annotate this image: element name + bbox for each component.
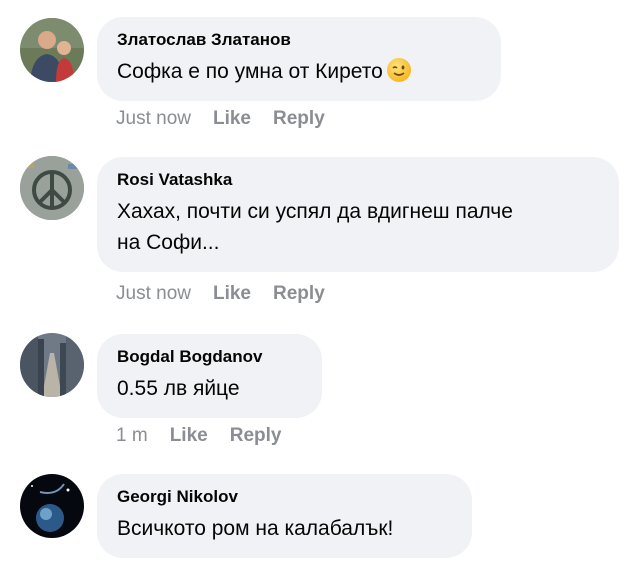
comment-timestamp[interactable]: 1 m xyxy=(116,425,148,446)
avatar[interactable] xyxy=(20,156,84,220)
reply-button[interactable]: Reply xyxy=(273,283,325,304)
comment-actions: Just now Like Reply xyxy=(116,108,347,130)
comment-actions: 1 m Like Reply xyxy=(116,425,303,447)
reply-button[interactable]: Reply xyxy=(273,108,325,129)
comment-text-line: Хахах, почти си успял да вдигнеш палче xyxy=(117,200,513,223)
avatar[interactable] xyxy=(20,18,84,82)
comment-author[interactable]: Bogdal Bogdanov xyxy=(117,346,302,368)
comment-bubble: Bogdal Bogdanov 0.55 лв яйце xyxy=(97,334,322,418)
avatar[interactable] xyxy=(20,474,84,538)
avatar-photo xyxy=(20,333,84,397)
reply-button[interactable]: Reply xyxy=(230,425,282,446)
avatar-photo xyxy=(20,156,84,220)
avatar-photo xyxy=(20,474,84,538)
comment-author[interactable]: Georgi Nikolov xyxy=(117,486,452,508)
comment-timestamp[interactable]: Just now xyxy=(116,283,191,304)
comment-thread: Златослав Златанов Софка е по умна от Ки… xyxy=(0,0,640,561)
comment-bubble: Rosi Vatashka Хахах, почти си успял да в… xyxy=(97,157,619,272)
comment-author[interactable]: Златослав Златанов xyxy=(117,29,481,51)
comment-bubble: Georgi Nikolov Всичкото ром на калабалък… xyxy=(97,474,472,558)
comment-text: Софка е по умна от Кирето xyxy=(117,56,481,87)
like-button[interactable]: Like xyxy=(213,283,251,304)
comment-text: 0.55 лв яйце xyxy=(117,377,240,400)
comment-actions: Just now Like Reply xyxy=(116,283,347,305)
avatar[interactable] xyxy=(20,333,84,397)
comment-text: Всичкото ром на калабалък! xyxy=(117,517,394,540)
comment-author[interactable]: Rosi Vatashka xyxy=(117,169,599,191)
comment-timestamp[interactable]: Just now xyxy=(116,108,191,129)
comment-text-line: на Софи... xyxy=(117,231,220,254)
like-button[interactable]: Like xyxy=(170,425,208,446)
comment-bubble: Златослав Златанов Софка е по умна от Ки… xyxy=(97,17,501,101)
comment-text-content: Софка е по умна от Кирето xyxy=(117,60,383,83)
avatar-photo xyxy=(20,18,84,82)
like-button[interactable]: Like xyxy=(213,108,251,129)
comment-text: Хахах, почти си успял да вдигнеш палче н… xyxy=(117,196,599,258)
winking-face-emoji-icon xyxy=(386,58,411,82)
